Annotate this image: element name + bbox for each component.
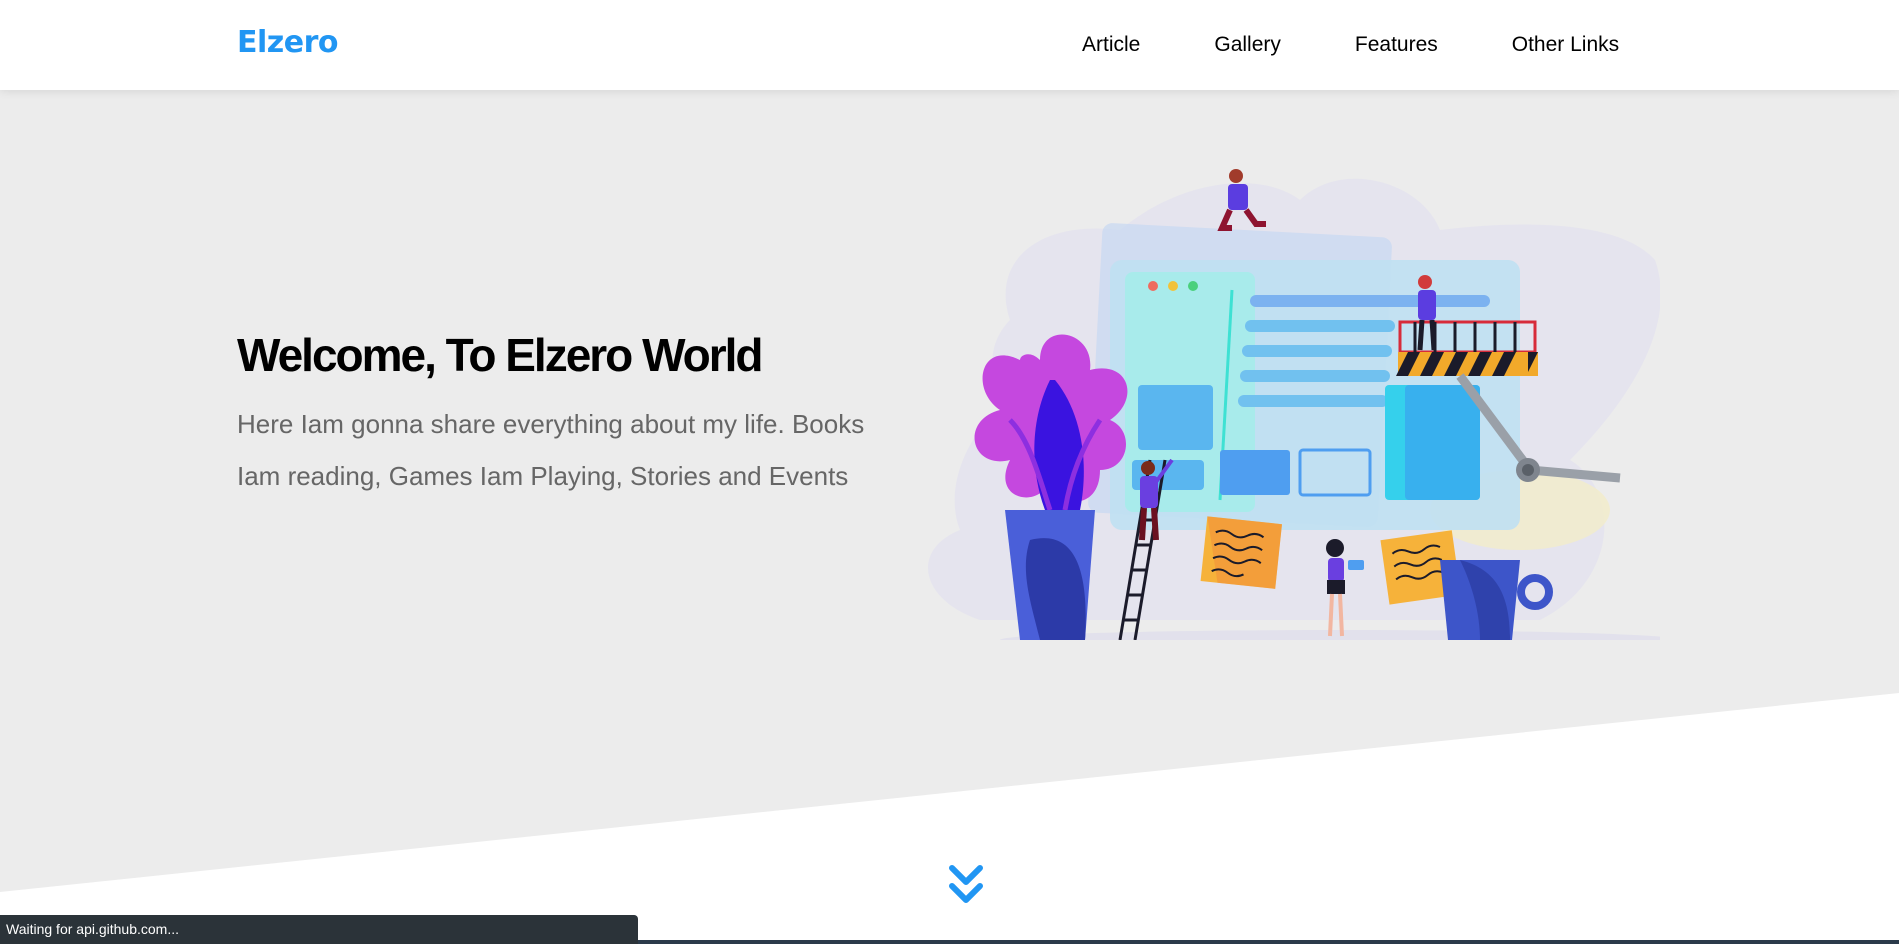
landing-illustration (928, 169, 1660, 640)
header: Elzero Article Gallery Features Other Li… (0, 0, 1899, 90)
nav-link-other-links[interactable]: Other Links (1475, 0, 1656, 90)
nav-link-gallery[interactable]: Gallery (1177, 0, 1318, 90)
main-nav: Article Gallery Features Other Links (1060, 0, 1656, 90)
page-title: Welcome, To Elzero World (237, 329, 764, 381)
landing-description: Here Iam gonna share everything about my… (237, 409, 865, 491)
nav-link-features[interactable]: Features (1318, 0, 1475, 90)
browser-status-bar: Waiting for api.github.com... (0, 915, 638, 944)
nav-link-article[interactable]: Article (1060, 0, 1177, 90)
logo[interactable]: Elzero (237, 25, 339, 60)
double-chevron-down-icon[interactable] (946, 864, 986, 908)
